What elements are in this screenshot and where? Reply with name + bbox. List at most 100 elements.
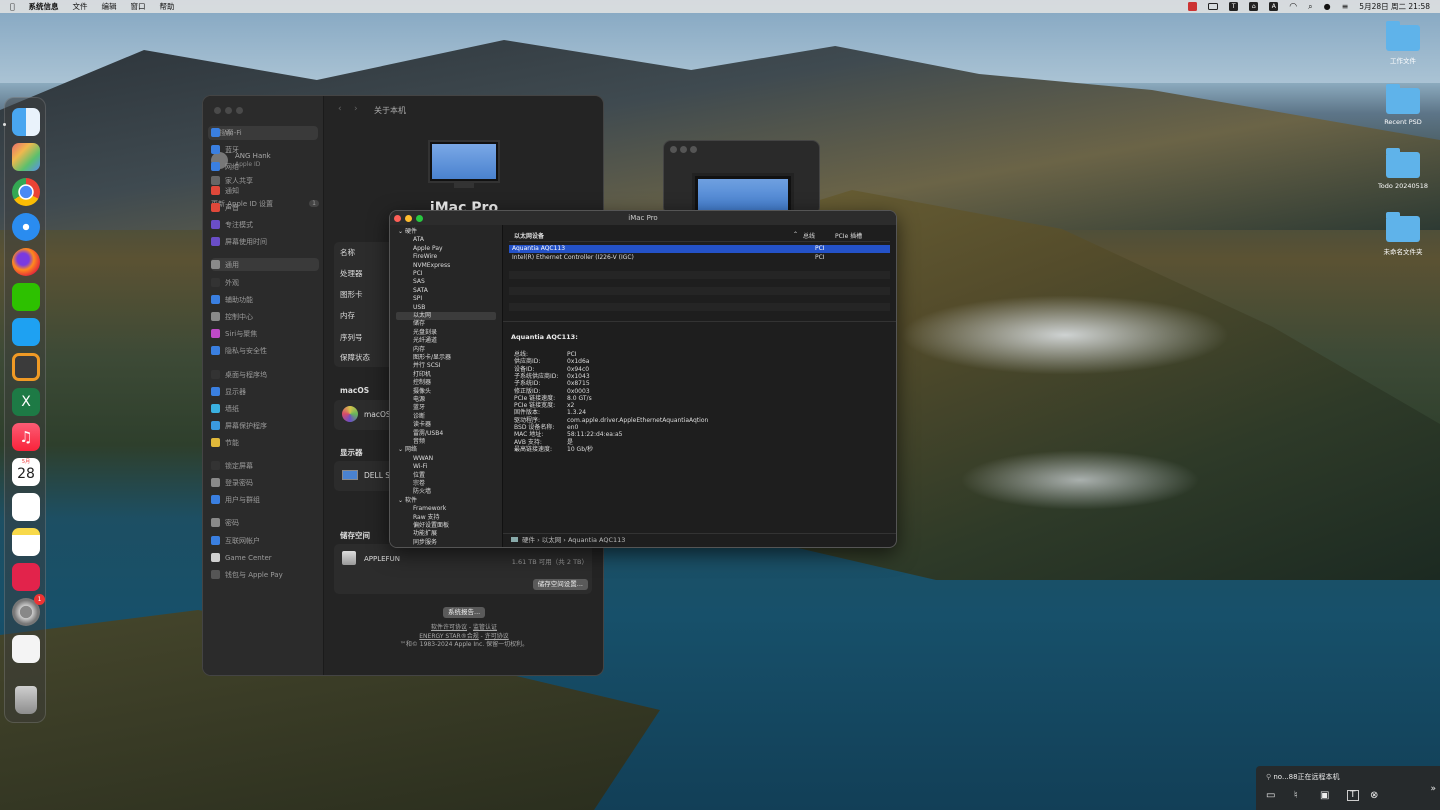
column-header-bus[interactable]: 总线 (803, 231, 815, 240)
breadcrumb-item[interactable]: 以太网 (542, 536, 562, 544)
sidebar-item[interactable]: Siri与聚焦 (211, 327, 319, 340)
sidebar-item[interactable]: 钱包与 Apple Pay (211, 568, 319, 581)
sidebar-item[interactable]: 显示器 (211, 385, 319, 398)
tree-item[interactable]: SATA (413, 287, 428, 295)
sidebar-item[interactable]: 密码 (211, 516, 319, 529)
license-agreement-link[interactable]: 许可协议 (485, 633, 509, 640)
tree-item[interactable]: USB (413, 304, 425, 312)
user-icon[interactable]: ● (1324, 2, 1331, 11)
tree-item[interactable]: Apple Pay (413, 245, 443, 253)
disclosure-icon[interactable]: ⌄ (398, 228, 405, 235)
app-status-icon[interactable] (1188, 2, 1198, 11)
tree-item[interactable]: 宗卷 (413, 480, 425, 488)
tree-item[interactable]: 光纤通道 (413, 337, 437, 345)
firefox-icon[interactable] (12, 248, 40, 276)
tree-item[interactable]: 内存 (413, 346, 425, 354)
excel-icon[interactable]: X (12, 388, 40, 416)
tree-item[interactable]: 偏好设置面板 (413, 522, 449, 530)
tree-item[interactable]: Framework (413, 505, 446, 513)
tree-item[interactable]: 打印机 (413, 371, 431, 379)
chrome-icon[interactable] (12, 178, 40, 206)
window-zoom-button[interactable] (690, 146, 697, 153)
sidebar-item[interactable]: 屏幕使用时间 (211, 235, 319, 248)
tree-item[interactable]: FireWire (413, 253, 437, 261)
tree-item[interactable]: ATA (413, 236, 424, 244)
breadcrumb-item[interactable]: 硬件 (522, 536, 535, 544)
tree-item[interactable]: 功能扩展 (413, 530, 437, 538)
window-zoom-button[interactable] (236, 107, 243, 114)
tree-item[interactable]: 蓝牙 (413, 404, 425, 412)
window-close-button[interactable] (214, 107, 221, 114)
tree-item[interactable]: SPI (413, 295, 422, 303)
screen-share-icon[interactable]: ▣ (1320, 790, 1329, 801)
table-row[interactable]: Intel(R) Ethernet Controller (I226-V (IG… (509, 254, 890, 262)
clock[interactable]: 5月28日 周二 21:58 (1359, 1, 1430, 12)
sidebar-item[interactable]: 用户与群组 (211, 493, 319, 506)
window-zoom-button[interactable] (416, 215, 423, 222)
sidebar-item[interactable]: 互联网帐户 (211, 534, 319, 547)
sidebar-item[interactable]: 墙纸 (211, 402, 319, 415)
sidebar-item[interactable]: 隐私与安全性 (211, 344, 319, 357)
tree-category[interactable]: ⌄ 网络 (398, 446, 417, 454)
chat-icon[interactable]: ▭ (1266, 790, 1275, 801)
control-center-icon[interactable]: ≡ (1342, 2, 1349, 11)
parallels-icon[interactable] (12, 563, 40, 591)
tree-category[interactable]: ⌄ 硬件 (398, 228, 417, 236)
menu-file[interactable]: 文件 (73, 1, 88, 12)
sublime-icon[interactable] (12, 353, 40, 381)
notes-icon[interactable] (12, 528, 40, 556)
tree-item[interactable]: 以太网 (413, 312, 431, 320)
background-window[interactable] (663, 140, 820, 216)
sidebar-item[interactable]: 通用 (211, 258, 319, 271)
desktop-folder[interactable]: Todo 20240518 (1368, 148, 1438, 190)
search-icon[interactable]: ⌕ (1308, 2, 1312, 12)
expand-icon[interactable]: » (1430, 784, 1436, 794)
apple-menu-icon[interactable]:  (10, 2, 15, 11)
menu-help[interactable]: 帮助 (160, 1, 175, 12)
system-settings-icon[interactable]: 1 (12, 594, 45, 626)
tree-item[interactable]: Raw 支持 (413, 514, 440, 522)
energy-star-link[interactable]: ENERGY STAR®合规 (419, 633, 478, 640)
tree-item[interactable]: 诊断 (413, 413, 425, 421)
close-icon[interactable]: ⊗ (1370, 790, 1378, 801)
storage-settings-button[interactable]: 储存空间设置... (532, 579, 588, 590)
tree-item[interactable]: 防火墙 (413, 488, 431, 496)
system-report-button[interactable]: 系统报告... (443, 607, 486, 618)
sidebar-item[interactable]: 控制中心 (211, 310, 319, 323)
tree-item[interactable]: SAS (413, 278, 425, 286)
back-icon[interactable]: ‹ (338, 104, 342, 114)
window-minimize-button[interactable] (225, 107, 232, 114)
sidebar-item[interactable]: Game Center (211, 551, 319, 564)
tree-item[interactable]: 同步服务 (413, 539, 437, 547)
window-close-button[interactable] (394, 215, 401, 222)
tree-item[interactable]: 光盘刻录 (413, 329, 437, 337)
music-icon[interactable]: ♫ (12, 423, 40, 451)
tree-item[interactable]: 音频 (413, 438, 425, 446)
pane-divider[interactable] (503, 321, 896, 322)
sidebar-item[interactable]: 蓝牙 (211, 143, 319, 156)
trash-icon[interactable] (15, 686, 37, 714)
tree-item[interactable]: 图形卡/显示器 (413, 354, 451, 362)
wechat-icon[interactable] (12, 283, 40, 311)
tree-item[interactable]: 雷雳/USB4 (413, 430, 443, 438)
menu-app-name[interactable]: 系统信息 (29, 1, 59, 12)
column-header-slot[interactable]: PCIe 插槽 (835, 231, 862, 240)
safari-icon[interactable] (12, 213, 40, 241)
text-icon[interactable]: T (1347, 790, 1359, 801)
desktop-folder[interactable]: 未命名文件夹 (1368, 212, 1438, 256)
tree-item[interactable]: 并行 SCSI (413, 362, 440, 370)
tree-item[interactable]: 控制器 (413, 379, 431, 387)
sidebar-item[interactable]: 声音 (211, 201, 319, 214)
calendar-icon[interactable]: 5月 28 (12, 458, 40, 486)
mail-icon[interactable] (12, 318, 40, 346)
finder-icon[interactable] (12, 108, 40, 136)
keyboard-a-icon[interactable]: A (1269, 2, 1279, 11)
window-close-button[interactable] (670, 146, 677, 153)
text-icon[interactable]: T (1229, 2, 1239, 11)
desktop-folder[interactable]: 工作文件 (1368, 21, 1438, 65)
preview-icon[interactable] (12, 635, 40, 663)
tree-item[interactable]: Wi-Fi (413, 463, 427, 471)
wifi-icon[interactable]: ◠ (1289, 2, 1297, 12)
sidebar-item[interactable]: 锁定屏幕 (211, 459, 319, 472)
sidebar-item[interactable]: 通知 (211, 184, 319, 197)
